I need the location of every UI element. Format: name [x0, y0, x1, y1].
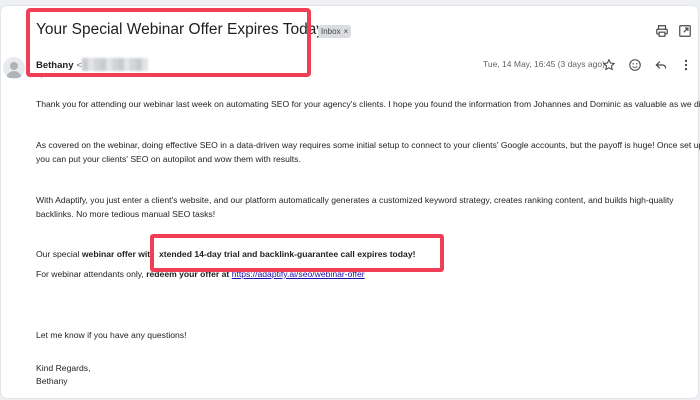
signoff: Kind Regards, — [36, 363, 91, 373]
more-vertical-icon[interactable] — [679, 58, 693, 72]
sender-name: Bethany — [36, 60, 74, 71]
paragraph-offer: Our special webinar offer with — [36, 247, 155, 261]
paragraph-thanks: Thank you for attending our webinar last… — [36, 99, 700, 109]
email-subject: Your Special Webinar Offer Expires Today — [36, 21, 325, 38]
offer-prefix: Our special — [36, 249, 82, 259]
print-icon[interactable] — [655, 24, 669, 38]
open-in-new-window-icon[interactable] — [678, 24, 692, 38]
offer-link[interactable]: https://adaptify.ai/seo/webinar-offer — [232, 269, 365, 279]
paragraph-redeem: For webinar attendants only, redeem your… — [36, 267, 365, 281]
remove-label-icon[interactable]: × — [344, 27, 349, 36]
recipient-details-icon[interactable]: ▾ — [40, 73, 43, 80]
paragraph-questions: Let me know if you have any questions! — [36, 330, 187, 340]
star-icon[interactable] — [602, 58, 616, 72]
paragraph-adaptify-line2: backlinks. No more tedious manual SEO ta… — [36, 209, 216, 219]
redeem-bold: redeem your offer at — [146, 269, 230, 279]
paragraph-setup-line2: you can put your clients' SEO on autopil… — [36, 154, 301, 164]
important-marker-icon[interactable]: ⊳ — [306, 25, 314, 36]
signature: Bethany — [36, 376, 68, 386]
offer-bold: webinar offer with — [81, 249, 156, 259]
reply-icon[interactable] — [654, 58, 668, 72]
paragraph-setup-line1: As covered on the webinar, doing effecti… — [36, 140, 700, 150]
redacted-email — [82, 58, 149, 71]
offer-highlight-text: xtended 14-day trial and backlink-guaran… — [159, 249, 416, 259]
emoji-icon[interactable] — [628, 58, 642, 72]
sender-line: Bethany < — [36, 58, 149, 71]
inbox-label-chip[interactable]: Inbox × — [318, 25, 352, 38]
inbox-label-text: Inbox — [321, 27, 341, 36]
paragraph-adaptify-line1: With Adaptify, you just enter a client's… — [36, 195, 674, 205]
email-date: Tue, 14 May, 16:45 (3 days ago) — [483, 59, 605, 69]
avatar-icon — [6, 62, 22, 78]
avatar[interactable] — [3, 57, 25, 79]
redeem-prefix: For webinar attendants only, — [36, 269, 147, 279]
